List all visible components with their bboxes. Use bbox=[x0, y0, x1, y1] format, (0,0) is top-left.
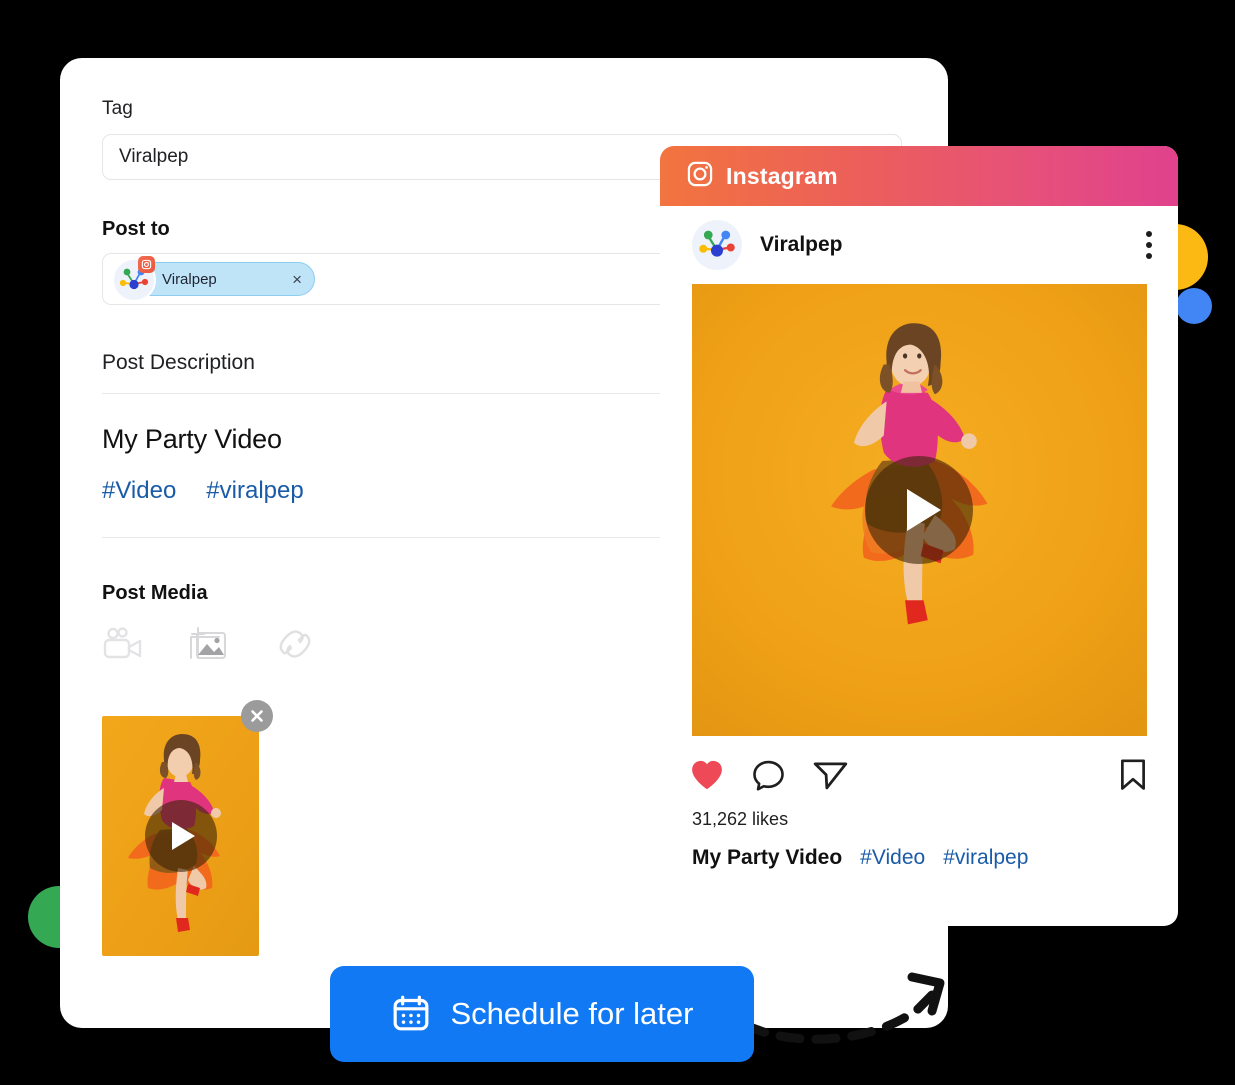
author-name: Viralpep bbox=[760, 233, 843, 256]
page-stage: Tag Post to bbox=[0, 0, 1235, 1085]
chip-label: Viralpep bbox=[162, 270, 217, 288]
hashtag-viralpep[interactable]: #viralpep bbox=[206, 477, 303, 505]
instagram-preview-header: Instagram bbox=[660, 146, 1178, 206]
instagram-author-row: Viralpep bbox=[660, 206, 1178, 284]
more-vertical-icon[interactable] bbox=[1142, 227, 1156, 263]
chip-remove-button[interactable]: × bbox=[288, 271, 306, 288]
tag-label: Tag bbox=[102, 98, 133, 119]
remove-media-button[interactable] bbox=[241, 700, 273, 732]
chip-avatar bbox=[112, 256, 156, 302]
instagram-icon bbox=[686, 160, 714, 193]
instagram-preview-card: Instagram Viralpep 31,262 likes My Party… bbox=[660, 146, 1178, 926]
caption-hashtag-viralpep[interactable]: #viralpep bbox=[943, 846, 1028, 870]
schedule-for-later-button[interactable]: Schedule for later bbox=[330, 966, 754, 1062]
caption-hashtag-video[interactable]: #Video bbox=[860, 846, 925, 870]
decorative-circle-blue bbox=[1176, 288, 1212, 324]
account-chip-viralpep[interactable]: Viralpep × bbox=[112, 256, 315, 302]
instagram-caption: My Party Video #Video #viralpep bbox=[660, 830, 1178, 870]
author-avatar[interactable] bbox=[692, 220, 742, 270]
play-button-overlay[interactable] bbox=[865, 456, 973, 564]
share-icon[interactable] bbox=[813, 759, 848, 797]
add-image-icon[interactable] bbox=[188, 625, 232, 668]
comment-icon[interactable] bbox=[752, 759, 785, 797]
heart-icon[interactable] bbox=[690, 759, 724, 796]
instagram-post-image[interactable] bbox=[691, 284, 1147, 736]
instagram-header-title: Instagram bbox=[726, 162, 838, 189]
instagram-action-bar bbox=[660, 736, 1178, 797]
schedule-button-label: Schedule for later bbox=[450, 996, 694, 1031]
instagram-badge-icon bbox=[138, 256, 155, 273]
bookmark-icon[interactable] bbox=[1118, 758, 1148, 797]
media-thumbnail-wrapper bbox=[102, 700, 273, 956]
calendar-icon bbox=[391, 993, 431, 1036]
link-icon[interactable] bbox=[276, 626, 314, 667]
video-camera-icon[interactable] bbox=[102, 627, 144, 666]
caption-title: My Party Video bbox=[692, 846, 843, 869]
hashtag-video[interactable]: #Video bbox=[102, 477, 176, 505]
likes-count: 31,262 likes bbox=[692, 809, 789, 829]
media-thumbnail[interactable] bbox=[102, 716, 259, 956]
play-button-overlay[interactable] bbox=[144, 800, 217, 872]
